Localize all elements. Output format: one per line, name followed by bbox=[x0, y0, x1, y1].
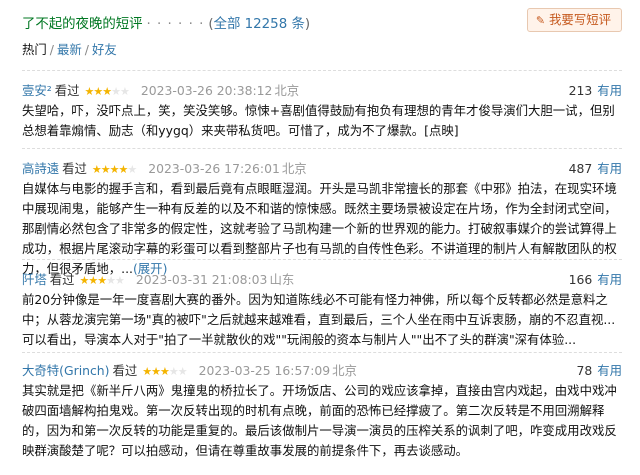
useful-button[interactable]: 有用 bbox=[597, 161, 622, 176]
star-icon: ★ bbox=[119, 85, 130, 98]
divider bbox=[22, 70, 622, 71]
pencil-icon: ✎ bbox=[535, 14, 546, 27]
vote-area: 487 有用 bbox=[569, 159, 622, 179]
watched-status: 看过 bbox=[62, 161, 87, 176]
vote-count: 213 bbox=[568, 83, 593, 98]
divider bbox=[22, 352, 622, 353]
review-meta: 壹安² 看过 ★★★★★ 2023-03-26 20:38:12 北京 213 有用 bbox=[22, 81, 622, 101]
review-content: 其实就是把《新半斤八两》鬼撞鬼的桥拉长了。开场饭店、公司的戏应该拿掉，直接由宫内… bbox=[22, 383, 617, 458]
write-review-button[interactable]: ✎ 我要写短评 bbox=[526, 8, 622, 32]
watched-status: 看过 bbox=[54, 83, 80, 98]
useful-button[interactable]: 有用 bbox=[597, 363, 622, 378]
rating-stars: ★★★★★ bbox=[142, 365, 188, 378]
short-reviews-page: 了不起的夜晚的短评 · · · · · · (全部 12258 条) ✎ 我要写短评 … bbox=[0, 0, 640, 475]
vote-area: 166 有用 bbox=[569, 270, 622, 290]
tab-latest[interactable]: 最新 bbox=[57, 42, 82, 57]
review-time[interactable]: 2023-03-31 21:08:03 bbox=[136, 272, 268, 287]
star-icon: ★ bbox=[109, 163, 120, 176]
review-text: 其实就是把《新半斤八两》鬼撞鬼的桥拉长了。开场饭店、公司的戏应该拿掉，直接由宫内… bbox=[22, 381, 622, 461]
vote-area: 213 有用 bbox=[569, 81, 622, 101]
vote-area: 78 有用 bbox=[576, 361, 622, 381]
review-item: 大奇特(Grinch) 看过 ★★★★★ 2023-03-25 16:57:09 北… bbox=[22, 361, 622, 461]
tab-hot[interactable]: 热门 bbox=[22, 42, 47, 57]
useful-button[interactable]: 有用 bbox=[597, 272, 622, 287]
review-content: 自媒体与电影的握手言和，看到最后竟有点眼眶湿润。开头是马凯非常擅长的那套《中邪》… bbox=[22, 181, 617, 276]
review-item: 壹安² 看过 ★★★★★ 2023-03-26 20:38:12 北京 213 有用 … bbox=[22, 81, 622, 141]
sort-tabs: 热门 / 最新 / 好友 bbox=[22, 40, 117, 58]
star-icon: ★ bbox=[88, 274, 98, 287]
divider bbox=[22, 148, 622, 149]
rating-stars: ★★★★★ bbox=[80, 274, 125, 287]
star-icon: ★ bbox=[159, 365, 170, 378]
star-icon: ★ bbox=[115, 274, 125, 287]
star-icon: ★ bbox=[100, 163, 111, 176]
title-dots: · · · · · · bbox=[146, 17, 205, 32]
star-icon: ★ bbox=[111, 85, 121, 98]
review-location: 北京 bbox=[274, 83, 300, 98]
star-icon: ★ bbox=[91, 163, 102, 176]
star-icon: ★ bbox=[106, 274, 116, 287]
paren-close: ) bbox=[304, 17, 311, 32]
review-meta: 大奇特(Grinch) 看过 ★★★★★ 2023-03-25 16:57:09 北… bbox=[22, 361, 622, 381]
review-location: 北京 bbox=[332, 363, 357, 378]
review-content: 前20分钟像是一年一度喜剧大赛的番外。因为知道陈线必不可能有怪力神佛，所以每个反… bbox=[22, 292, 616, 347]
review-meta: 高詩遠 看过 ★★★★★ 2023-03-26 17:26:01 北京 487 有用 bbox=[22, 159, 622, 179]
review-time[interactable]: 2023-03-26 20:38:12 bbox=[141, 83, 273, 98]
star-icon: ★ bbox=[127, 163, 137, 176]
watched-status: 看过 bbox=[49, 272, 75, 287]
review-time[interactable]: 2023-03-26 17:26:01 bbox=[148, 161, 280, 176]
review-meta: 阡塔 看过 ★★★★★ 2023-03-31 21:08:03 山东 166 有用 bbox=[22, 270, 622, 290]
review-username[interactable]: 高詩遠 bbox=[22, 161, 59, 176]
review-content: 失望哈，吓，没吓点上，笑，笑没笑够。惊悚+喜剧值得鼓励有抱负有理想的青年才俊导演… bbox=[22, 103, 615, 138]
vote-count: 78 bbox=[576, 363, 593, 378]
star-icon: ★ bbox=[97, 274, 107, 287]
watched-status: 看过 bbox=[112, 363, 138, 378]
star-icon: ★ bbox=[142, 365, 152, 378]
review-item: 高詩遠 看过 ★★★★★ 2023-03-26 17:26:01 北京 487 有用 … bbox=[22, 159, 622, 279]
star-icon: ★ bbox=[102, 85, 112, 98]
review-item: 阡塔 看过 ★★★★★ 2023-03-31 21:08:03 山东 166 有用 前… bbox=[22, 270, 622, 350]
section-title: 了不起的夜晚的短评 bbox=[22, 17, 143, 32]
tab-separator: / bbox=[49, 42, 54, 57]
review-username[interactable]: 壹安² bbox=[22, 83, 52, 98]
tab-friends[interactable]: 好友 bbox=[92, 42, 117, 57]
review-time[interactable]: 2023-03-25 16:57:09 bbox=[199, 363, 331, 378]
useful-button[interactable]: 有用 bbox=[597, 83, 622, 98]
rating-stars: ★★★★★ bbox=[84, 85, 130, 98]
write-review-label: 我要写短评 bbox=[549, 12, 611, 27]
review-text: 自媒体与电影的握手言和，看到最后竟有点眼眶湿润。开头是马凯非常擅长的那套《中邪》… bbox=[22, 179, 622, 279]
divider bbox=[22, 259, 622, 260]
review-text: 前20分钟像是一年一度喜剧大赛的番外。因为知道陈线必不可能有怪力神佛，所以每个反… bbox=[22, 290, 622, 350]
star-icon: ★ bbox=[93, 85, 103, 98]
reviews-header: 了不起的夜晚的短评 · · · · · · (全部 12258 条) ✎ 我要写短评 bbox=[22, 8, 622, 32]
review-username[interactable]: 阡塔 bbox=[22, 272, 47, 287]
star-icon: ★ bbox=[168, 365, 179, 378]
star-icon: ★ bbox=[151, 365, 161, 378]
tab-separator: / bbox=[84, 42, 89, 57]
vote-count: 166 bbox=[568, 272, 593, 287]
vote-count: 487 bbox=[568, 161, 593, 176]
rating-stars: ★★★★★ bbox=[91, 163, 137, 176]
review-location: 北京 bbox=[281, 161, 307, 176]
review-location: 山东 bbox=[269, 272, 295, 287]
star-icon: ★ bbox=[177, 365, 188, 378]
review-username[interactable]: 大奇特(Grinch) bbox=[22, 363, 110, 378]
review-text: 失望哈，吓，没吓点上，笑，笑没笑够。惊悚+喜剧值得鼓励有抱负有理想的青年才俊导演… bbox=[22, 101, 622, 141]
reviews-section-title: 了不起的夜晚的短评 · · · · · · (全部 12258 条) bbox=[22, 12, 310, 32]
all-reviews-link[interactable]: 全部 12258 条 bbox=[214, 17, 305, 32]
